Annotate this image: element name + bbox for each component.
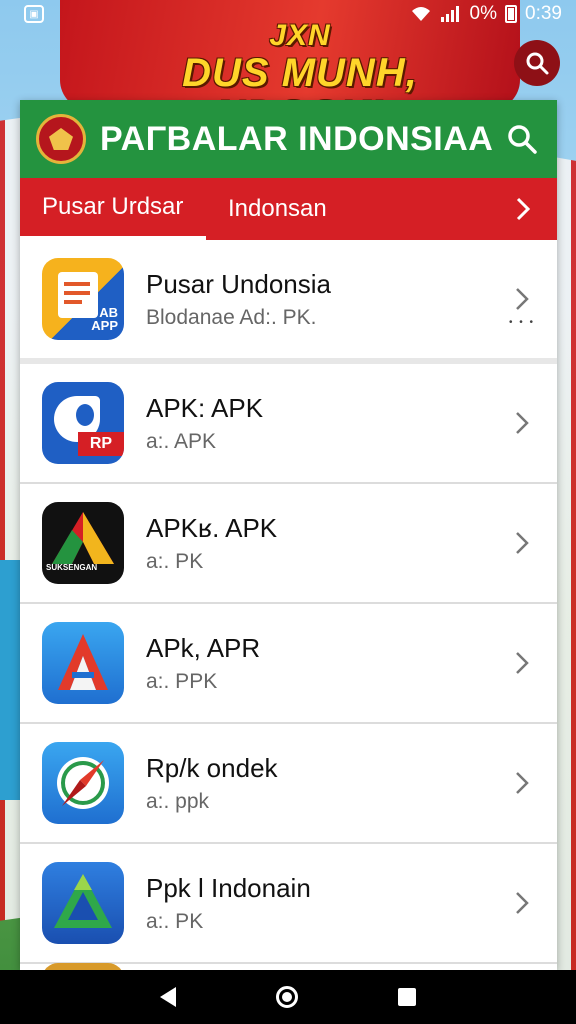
list-item[interactable]: Rp/k ondek a:. ppk [20,724,557,844]
back-icon[interactable] [160,987,176,1007]
list-item[interactable]: Ppk l Indonain a:. PK [20,844,557,964]
list-item-subtitle: a:. APK [146,430,217,453]
clock: 0:39 [525,3,562,24]
chevron-right-icon[interactable] [513,196,533,222]
list-item[interactable]: APk, APR a:. PPK [20,604,557,724]
list-item[interactable]: AB APP Pusar Undonsia Blodanae Ad:. PK. •… [20,240,557,364]
list-item-subtitle: a:. PPK [146,670,218,693]
list-item-subtitle: a:. PK [146,550,204,573]
headline-line-1: JXN [269,19,331,52]
navigation-bar [0,970,576,1024]
letter-a-icon [42,622,124,704]
tab-pusar-urdsar[interactable]: Pusar Urdsar [20,178,206,240]
triangle-logo-icon: SUKSENGAN [42,502,124,584]
list-item-title: APk, APR [146,633,261,663]
notification-icon: ▣ [24,5,44,23]
more-dots: • • • [508,317,535,328]
list-item-title: APK: APK [146,393,264,423]
battery-icon [505,5,518,23]
recent-apps-icon[interactable] [398,988,416,1006]
tab-bar: Pusar Urdsar Indonsan [20,178,557,240]
app-window: PAΓBALAR INDONSIAA Pusar Urdsar Indonsan… [20,100,557,970]
list-item-subtitle: a:. PK [146,910,204,933]
app-header: PAΓBALAR INDONSIAA [20,100,557,178]
tab-indonsan[interactable]: Indonsan [206,178,349,240]
document-apk-icon: AB APP [42,258,124,340]
list-item-title: Rp/k ondek [146,753,278,783]
chevron-right-icon [516,532,529,554]
list-item-title: Ppk l Indonain [146,873,311,903]
search-icon[interactable] [505,122,539,156]
delta-icon [42,862,124,944]
chevron-right-icon [516,288,529,310]
list-item-subtitle: Blodanae Ad:. PK. [146,306,317,329]
list-item[interactable]: SUKSENGAN APKʁ. APK a:. PK [20,484,557,604]
chevron-right-icon [516,892,529,914]
list-item[interactable]: RP APK: APK a:. APK [20,364,557,484]
top-search-button[interactable] [514,40,560,86]
chevron-right-icon [516,412,529,434]
compass-icon [42,742,124,824]
bird-icon: RP [42,382,124,464]
home-icon[interactable] [276,986,298,1008]
list-item-title: Pusar Undonsia [146,269,331,299]
chevron-right-icon [516,772,529,794]
chevron-right-icon [516,652,529,674]
list-item-subtitle: a:. ppk [146,790,210,813]
garuda-emblem-icon [36,114,86,164]
app-title: PAΓBALAR INDONSIAA [100,119,494,158]
search-icon [526,52,549,75]
app-icon [42,963,124,970]
list-item-title: APKʁ. APK [146,513,278,543]
